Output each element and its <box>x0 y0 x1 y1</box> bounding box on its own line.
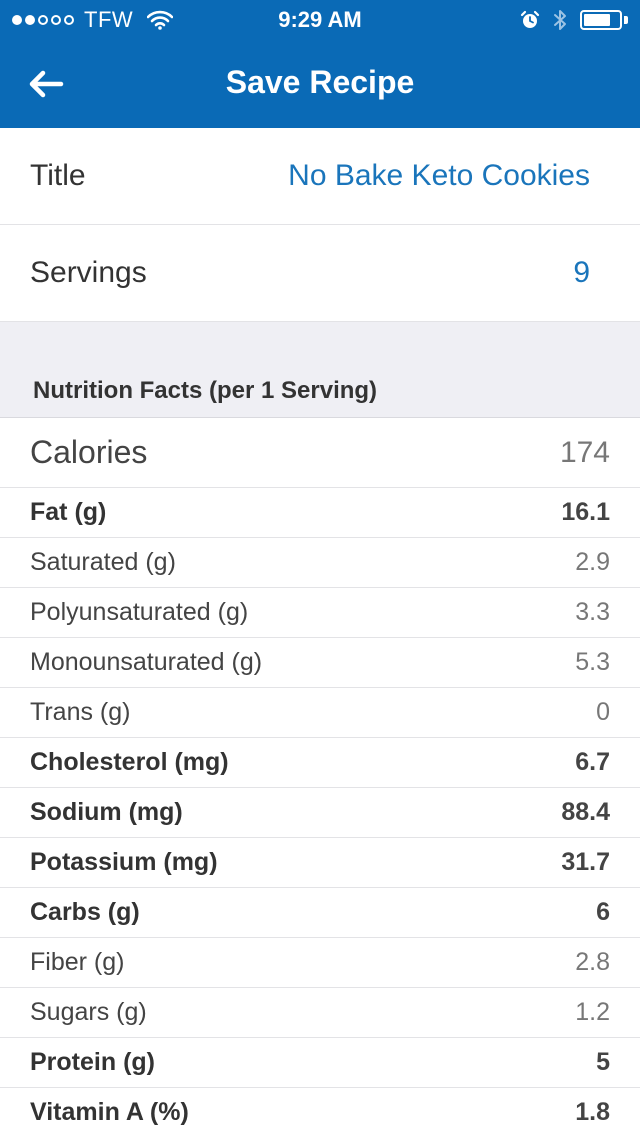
servings-value[interactable]: 9 <box>573 225 590 321</box>
nutrition-row: Monounsaturated (g) 5.3 <box>0 638 640 688</box>
nutrient-label: Potassium (mg) <box>30 848 218 876</box>
nutrient-value: 1.8 <box>575 1098 610 1126</box>
nutrition-header-label: Nutrition Facts (per 1 Serving) <box>33 377 378 404</box>
nutrient-label: Carbs (g) <box>30 898 140 926</box>
servings-label: Servings <box>30 256 147 289</box>
nutrient-value: 5.3 <box>575 648 610 676</box>
top-bar: TFW 9:29 AM Save Recipe <box>0 0 640 128</box>
nutrition-row: Fiber (g) 2.8 <box>0 938 640 988</box>
nutrient-value: 0 <box>596 698 610 726</box>
nutrition-row: Sugars (g) 1.2 <box>0 988 640 1038</box>
nutrient-label: Protein (g) <box>30 1048 155 1076</box>
nutrient-value: 2.8 <box>575 948 610 976</box>
nutrient-label: Vitamin A (%) <box>30 1098 189 1126</box>
nutrient-value: 16.1 <box>561 498 610 526</box>
calories-row: Calories 174 <box>0 418 640 488</box>
nutrition-list: Fat (g) 16.1 Saturated (g) 2.9 Polyunsatur… <box>0 488 640 1136</box>
save-recipe-screen: TFW 9:29 AM Save Recipe Title No Bake Ke… <box>0 0 640 1136</box>
page-title: Save Recipe <box>225 64 415 100</box>
nutrient-value: 2.9 <box>575 548 610 576</box>
nutrition-row: Protein (g) 5 <box>0 1038 640 1088</box>
battery-fill <box>584 14 610 26</box>
nutrition-row: Vitamin A (%) 1.8 <box>0 1088 640 1136</box>
nutrient-value: 3.3 <box>575 598 610 626</box>
battery-tip <box>624 16 628 24</box>
nav-bar: Save Recipe <box>0 40 640 128</box>
bluetooth-icon <box>554 10 566 30</box>
nutrient-label: Fat (g) <box>30 498 107 526</box>
title-row[interactable]: Title No Bake Keto Cookies <box>0 128 640 225</box>
title-label: Title <box>30 159 86 192</box>
nutrient-label: Sodium (mg) <box>30 798 183 826</box>
nutrition-row: Carbs (g) 6 <box>0 888 640 938</box>
nutrient-label: Monounsaturated (g) <box>30 648 263 676</box>
calories-label: Calories <box>30 434 148 470</box>
nutrition-row: Sodium (mg) 88.4 <box>0 788 640 838</box>
nutrient-value: 88.4 <box>561 798 610 826</box>
nutrition-row: Polyunsaturated (g) 3.3 <box>0 588 640 638</box>
calories-value: 174 <box>559 436 610 469</box>
servings-row[interactable]: Servings 9 <box>0 225 640 322</box>
status-bar: TFW 9:29 AM <box>0 0 640 40</box>
nutrient-label: Cholesterol (mg) <box>30 748 229 776</box>
nutrient-label: Saturated (g) <box>30 548 176 576</box>
nutrient-label: Sugars (g) <box>30 998 147 1026</box>
nutrient-label: Trans (g) <box>30 698 131 726</box>
nutrition-row: Cholesterol (mg) 6.7 <box>0 738 640 788</box>
nutrient-value: 31.7 <box>561 848 610 876</box>
nutrient-label: Polyunsaturated (g) <box>30 598 249 626</box>
nutrient-value: 6 <box>596 898 610 926</box>
nutrition-row: Trans (g) 0 <box>0 688 640 738</box>
battery-icon <box>580 10 628 30</box>
nutrient-value: 6.7 <box>575 748 610 776</box>
nutrition-section-header: Nutrition Facts (per 1 Serving) <box>0 322 640 418</box>
nutrition-row: Saturated (g) 2.9 <box>0 538 640 588</box>
title-value[interactable]: No Bake Keto Cookies <box>288 128 590 224</box>
nutrition-row: Fat (g) 16.1 <box>0 488 640 538</box>
status-right <box>520 8 628 32</box>
content: Title No Bake Keto Cookies Servings 9 Nu… <box>0 128 640 1136</box>
nutrient-value: 1.2 <box>575 998 610 1026</box>
alarm-icon <box>520 10 540 28</box>
nutrition-row: Potassium (mg) 31.7 <box>0 838 640 888</box>
nutrient-value: 5 <box>596 1048 610 1076</box>
nutrient-label: Fiber (g) <box>30 948 125 976</box>
